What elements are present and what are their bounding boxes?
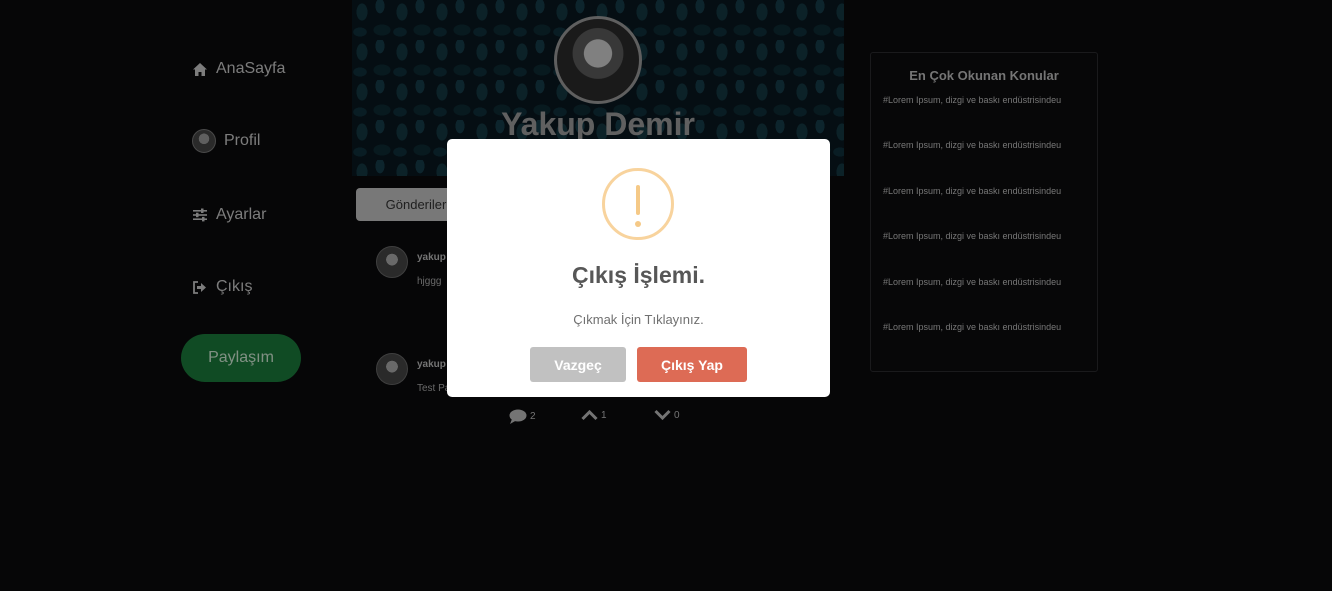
dialog-message: Çıkmak İçin Tıklayınız. xyxy=(573,312,704,327)
logout-dialog: Çıkış İşlemi. Çıkmak İçin Tıklayınız. Va… xyxy=(447,139,830,397)
dialog-title: Çıkış İşlemi. xyxy=(572,262,705,288)
confirm-logout-button[interactable]: Çıkış Yap xyxy=(637,347,747,382)
warning-icon xyxy=(602,168,674,240)
cancel-button[interactable]: Vazgeç xyxy=(530,347,626,382)
